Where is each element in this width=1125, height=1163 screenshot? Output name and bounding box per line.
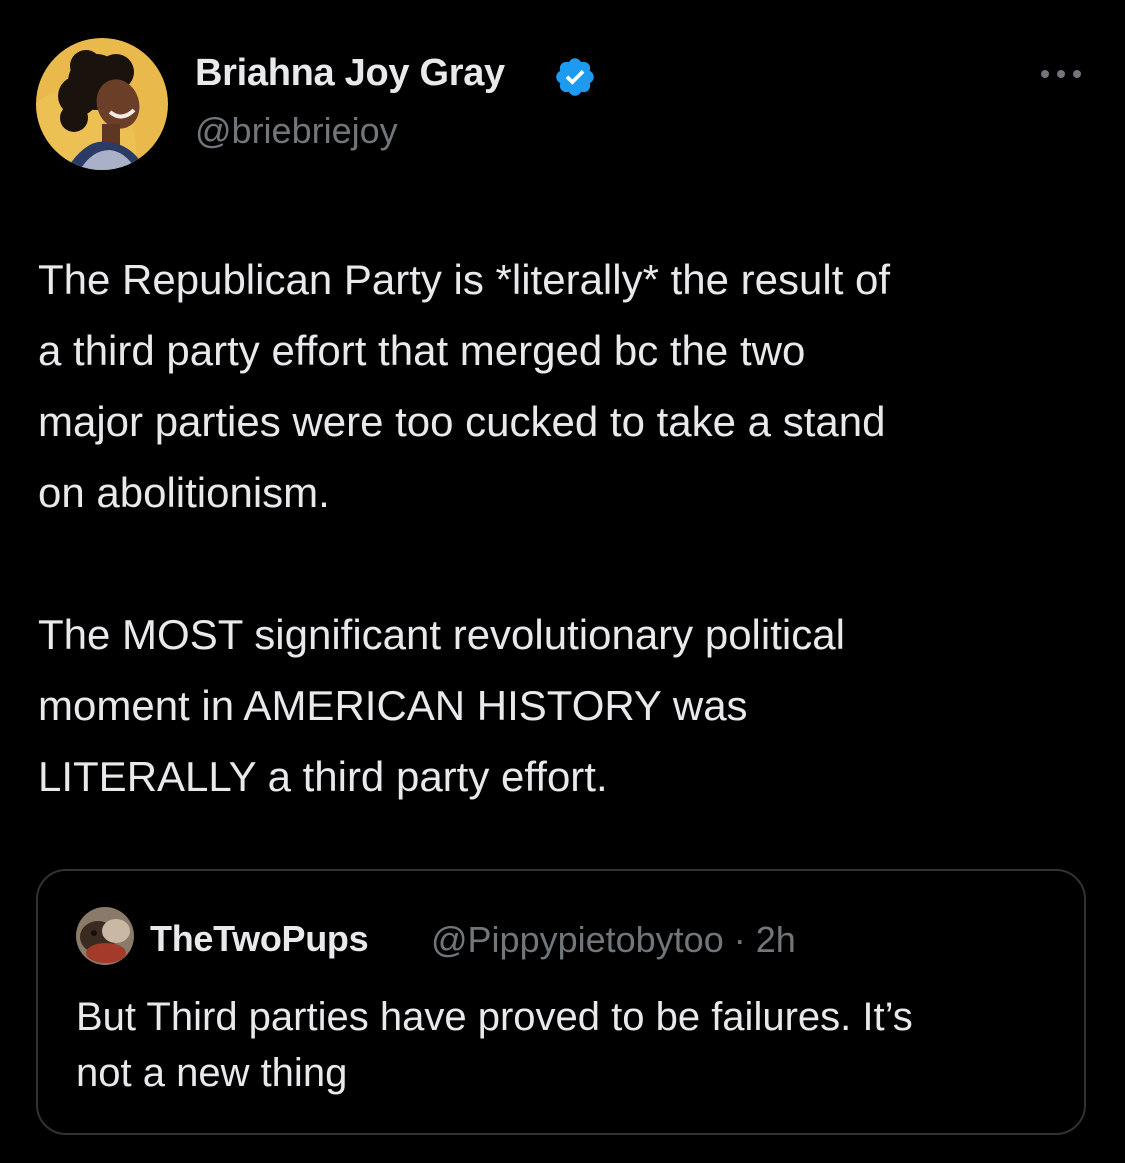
more-options-icon[interactable] xyxy=(1036,58,1086,88)
quoted-author-avatar[interactable] xyxy=(76,907,134,965)
quoted-author-avatar-image xyxy=(76,907,134,965)
tweet-card: Briahna Joy Gray @briebriejoy The Republ… xyxy=(0,0,1125,1163)
verified-badge-icon xyxy=(556,58,594,96)
quoted-tweet-text: But Third parties have proved to be fail… xyxy=(76,995,913,1095)
tweet-text: The Republican Party is *literally* the … xyxy=(38,244,1098,812)
author-avatar[interactable] xyxy=(36,38,168,170)
quoted-author-name[interactable]: TheTwoPups xyxy=(150,918,369,960)
quoted-author-handle-and-time[interactable]: @Pippypietobytoo · 2h xyxy=(431,919,796,961)
author-avatar-image xyxy=(36,38,168,170)
tweet-text-paragraph-2: The MOST significant revolutionary polit… xyxy=(38,611,845,800)
author-name[interactable]: Briahna Joy Gray xyxy=(195,52,505,95)
tweet-text-paragraph-1: The Republican Party is *literally* the … xyxy=(38,256,891,516)
quoted-tweet[interactable]: TheTwoPups @Pippypietobytoo · 2h But Thi… xyxy=(36,869,1086,1135)
author-handle[interactable]: @briebriejoy xyxy=(195,110,398,152)
